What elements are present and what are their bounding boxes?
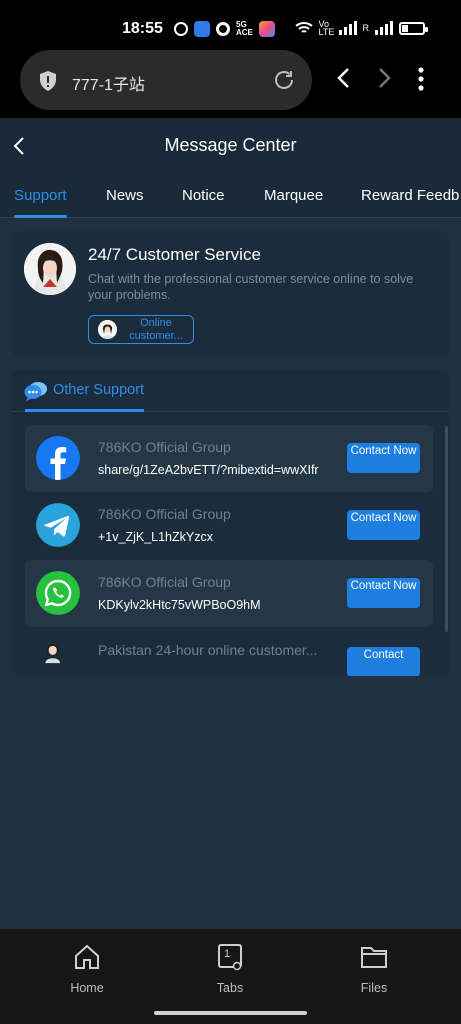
customer-service-description: Chat with the professional customer serv… — [88, 272, 414, 302]
shield-icon[interactable] — [38, 70, 58, 92]
scrollbar[interactable] — [445, 426, 448, 632]
telegram-icon — [36, 503, 80, 547]
other-support-header: Other Support — [12, 370, 449, 412]
url-text[interactable]: 777-1子站 — [72, 71, 145, 95]
tab-news[interactable]: News — [106, 187, 144, 204]
home-icon — [75, 944, 99, 969]
app-header: Message Center — [0, 118, 461, 174]
reload-icon[interactable] — [272, 68, 296, 92]
tab-reward-feedback[interactable]: Reward Feedb — [361, 187, 459, 204]
five-g-icon: 5G ACE — [236, 20, 253, 37]
support-row-whatsapp: 786KO Official Group KDKylv2kHtc75vWPBoO… — [25, 560, 433, 627]
chat-bubble-icon — [24, 382, 47, 401]
battery-icon — [399, 21, 428, 35]
browser-bottom-nav: Home Tabs 1 Files — [0, 929, 461, 1024]
support-value: +1v_ZjK_L1hZkYzcx — [98, 530, 213, 544]
signal-icon-2 — [375, 21, 393, 35]
contact-now-button[interactable]: Contact Now — [347, 510, 420, 540]
network-label: Vo LTE — [318, 19, 335, 37]
signal-icon — [338, 21, 357, 35]
facebook-icon — [36, 436, 80, 480]
agent-avatar-icon — [45, 643, 61, 664]
support-row-facebook: 786KO Official Group share/g/1ZeA2bvETT/… — [25, 425, 433, 492]
wifi-icon — [294, 22, 313, 33]
support-name: 786KO Official Group — [98, 506, 231, 522]
nav-tabs-label: Tabs — [216, 981, 244, 995]
support-name: 786KO Official Group — [98, 574, 231, 590]
app-notification-icon — [194, 21, 210, 37]
contact-now-button[interactable]: Contact Now — [347, 578, 420, 608]
nav-home[interactable]: Home — [47, 943, 127, 995]
other-support-indicator — [25, 409, 144, 412]
nav-tabs[interactable]: Tabs 1 — [190, 943, 270, 995]
page-title: Message Center — [164, 135, 297, 155]
tab-support[interactable]: Support — [14, 187, 67, 204]
nav-files-label: Files — [360, 981, 388, 995]
support-name: Pakistan 24-hour online customer... — [98, 642, 318, 658]
home-indicator[interactable] — [154, 1011, 307, 1015]
tab-marquee[interactable]: Marquee — [264, 187, 323, 204]
browser-toolbar: 777-1子站 — [0, 48, 461, 118]
tab-bar: Support News Notice Marquee Reward Feedb — [0, 174, 461, 218]
nav-files[interactable]: Files — [334, 943, 414, 995]
other-support-title: Other Support — [53, 382, 145, 398]
folder-icon — [361, 947, 387, 968]
agent-avatar-small-icon — [98, 320, 117, 339]
contact-now-button[interactable]: Contact Now — [347, 443, 420, 473]
contact-button[interactable]: Contact — [347, 647, 420, 676]
status-right: Vo LTE R — [294, 19, 428, 37]
active-tab-indicator — [14, 215, 67, 218]
whatsapp-notification-icon — [174, 22, 188, 36]
app-notification-icon-2 — [258, 21, 275, 37]
sim-label: R — [362, 23, 370, 33]
browser-forward-icon[interactable] — [374, 66, 394, 90]
browser-back-icon[interactable] — [334, 66, 354, 90]
nav-home-label: Home — [70, 981, 104, 995]
support-value: share/g/1ZeA2bvETT/?mibextid=wwXIfr — [98, 463, 319, 477]
tab-notice[interactable]: Notice — [182, 187, 225, 204]
status-time: 18:55 — [122, 20, 163, 37]
online-customer-label: Online customer... — [129, 317, 183, 342]
customer-service-title: 24/7 Customer Service — [88, 245, 261, 264]
notification-icons: 5G ACE — [174, 21, 275, 37]
support-row-telegram: 786KO Official Group +1v_ZjK_L1hZkYzcx C… — [25, 492, 433, 559]
address-bar[interactable]: 777-1子站 — [20, 50, 312, 110]
other-support-card: Other Support 786KO Official Group share… — [12, 370, 449, 676]
agent-avatar-icon — [24, 243, 76, 295]
more-menu-icon[interactable] — [416, 66, 426, 92]
customer-service-card: 24/7 Customer Service Chat with the prof… — [12, 231, 449, 357]
tab-count: 1 — [224, 948, 231, 960]
support-name: 786KO Official Group — [98, 439, 231, 455]
chrome-notification-icon — [216, 22, 230, 36]
online-customer-button[interactable]: Online customer... — [88, 315, 194, 344]
support-row-pakistan: Pakistan 24-hour online customer... Cont… — [25, 628, 433, 676]
whatsapp-icon — [36, 571, 80, 615]
support-value: KDKylv2kHtc75vWPBoO9hM — [98, 598, 261, 612]
